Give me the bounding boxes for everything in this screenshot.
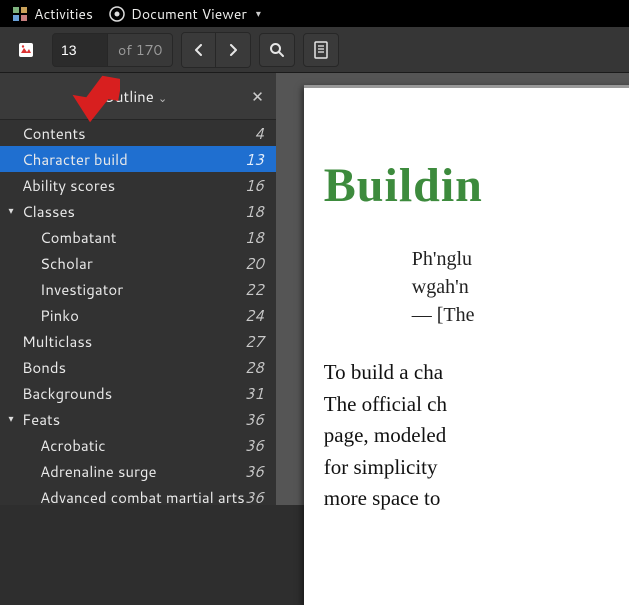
page-body: To build a cha The official ch page, mod…: [324, 357, 629, 515]
outline-item-label: Scholar: [40, 253, 93, 274]
outline-item[interactable]: Contents 4: [0, 120, 276, 146]
outline-item-label: Backgrounds: [22, 383, 112, 404]
outline-item-label: Ability scores: [22, 175, 115, 196]
pdf-icon: [17, 41, 35, 59]
outline-item-page: 18: [245, 201, 264, 222]
chevron-right-icon: [227, 44, 239, 56]
outline-item-label: Investigator: [40, 279, 123, 300]
thumbnails-button[interactable]: [8, 33, 44, 67]
outline-item-page: 22: [245, 279, 264, 300]
outline-item[interactable]: Character build 13: [0, 146, 276, 172]
outline-tree[interactable]: Contents4Character build13Ability scores…: [0, 120, 276, 505]
outline-item-label: Advanced combat martial arts: [40, 487, 245, 506]
body-line: page, modeled: [324, 420, 629, 452]
page-total-label: of 170: [107, 34, 172, 66]
toolbar: of 170: [0, 27, 629, 73]
outline-item-page: 28: [245, 357, 264, 378]
quote-line: Ph'nglu: [412, 245, 629, 273]
outline-item[interactable]: Investigator 22: [0, 276, 276, 302]
desktop-top-panel: Activities Document Viewer ▾: [0, 0, 629, 27]
close-sidebar-button[interactable]: ✕: [251, 86, 264, 107]
outline-item[interactable]: ▾ Feats 36: [0, 406, 276, 432]
chevron-down-icon: ⌄: [158, 90, 167, 106]
page-number-input[interactable]: [53, 34, 107, 66]
outline-item[interactable]: Acrobatic 36: [0, 432, 276, 458]
outline-item[interactable]: Backgrounds 31: [0, 380, 276, 406]
outline-item[interactable]: ▾ Classes 18: [0, 198, 276, 224]
sidebar-mode-dropdown[interactable]: Outline ⌄: [103, 86, 168, 107]
outline-item-page: 36: [245, 461, 264, 482]
outline-item[interactable]: Combatant 18: [0, 224, 276, 250]
search-icon: [269, 42, 285, 58]
outline-item-page: 36: [245, 435, 264, 456]
document-viewer-icon: [109, 6, 125, 22]
outline-item[interactable]: Pinko 24: [0, 302, 276, 328]
search-button[interactable]: [259, 33, 295, 67]
quote-line: — [The: [412, 301, 629, 329]
outline-item-label: Combatant: [40, 227, 117, 248]
outline-item-page: 4: [254, 123, 264, 144]
sidebar-mode-label: Outline: [103, 86, 154, 107]
outline-item-page: 20: [245, 253, 264, 274]
activities-button[interactable]: Activities: [4, 0, 101, 27]
outline-item-label: Bonds: [22, 357, 66, 378]
page-selector: of 170: [52, 33, 173, 67]
quote-line: wgah'n: [412, 273, 629, 301]
outline-item-page: 18: [245, 227, 264, 248]
expander-icon[interactable]: ▾: [4, 204, 18, 218]
page-quote: Ph'nglu wgah'n — [The: [324, 245, 629, 329]
body-line: for simplicity: [324, 452, 629, 484]
outline-item[interactable]: Scholar 20: [0, 250, 276, 276]
body-line: To build a cha: [324, 357, 629, 389]
app-menu-label: Document Viewer: [131, 4, 247, 24]
app-menu[interactable]: Document Viewer ▾: [101, 0, 269, 27]
prev-page-button[interactable]: [182, 33, 216, 67]
pdf-page: Buildin Ph'nglu wgah'n — [The To build a…: [304, 85, 629, 605]
outline-item-page: 36: [245, 409, 264, 430]
chevron-down-icon: ▾: [256, 7, 261, 21]
outline-item[interactable]: Multiclass 27: [0, 328, 276, 354]
chevron-left-icon: [193, 44, 205, 56]
activities-icon: [12, 6, 28, 22]
outline-item-page: 16: [245, 175, 264, 196]
outline-item-label: Adrenaline surge: [40, 461, 157, 482]
outline-item-page: 36: [245, 487, 264, 506]
outline-item[interactable]: Advanced combat martial arts36: [0, 484, 276, 505]
next-page-button[interactable]: [216, 33, 250, 67]
note-icon: [313, 41, 329, 59]
outline-item-label: Character build: [22, 149, 128, 170]
body-line: The official ch: [324, 389, 629, 421]
activities-label: Activities: [34, 4, 93, 24]
outline-item-page: 13: [245, 149, 264, 170]
page-nav: [181, 32, 251, 68]
outline-item[interactable]: Adrenaline surge 36: [0, 458, 276, 484]
expander-icon[interactable]: ▾: [4, 412, 18, 426]
outline-item-page: 24: [245, 305, 264, 326]
sidebar: Outline ⌄ ✕ Contents4Character build13Ab…: [0, 73, 276, 505]
outline-item-label: Contents: [22, 123, 86, 144]
outline-item-page: 31: [245, 383, 264, 404]
outline-item-label: Classes: [22, 201, 75, 222]
main-split: Outline ⌄ ✕ Contents4Character build13Ab…: [0, 73, 629, 505]
outline-item-label: Feats: [22, 409, 60, 430]
sidebar-header: Outline ⌄ ✕: [0, 73, 276, 120]
body-line: more space to: [324, 483, 629, 515]
outline-item-label: Pinko: [40, 305, 79, 326]
outline-item-page: 27: [245, 331, 264, 352]
page-heading: Buildin: [324, 158, 629, 213]
outline-item[interactable]: Ability scores 16: [0, 172, 276, 198]
outline-item-label: Multiclass: [22, 331, 92, 352]
outline-item-label: Acrobatic: [40, 435, 106, 456]
page-viewer[interactable]: Buildin Ph'nglu wgah'n — [The To build a…: [276, 73, 629, 505]
annotations-button[interactable]: [303, 33, 339, 67]
outline-item[interactable]: Bonds 28: [0, 354, 276, 380]
